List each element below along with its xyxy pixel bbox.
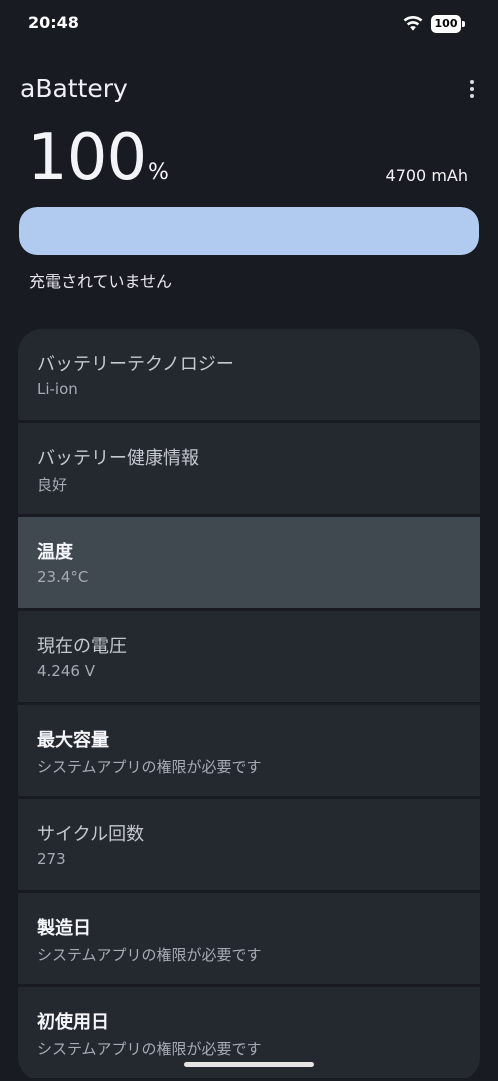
battery-level-bar (19, 207, 479, 255)
info-value: 4.246 V (37, 662, 95, 680)
info-label: 最大容量 (37, 730, 109, 751)
info-label: 製造日 (37, 918, 91, 939)
info-row-voltage[interactable]: 現在の電圧 4.246 V (18, 611, 480, 702)
app-title: aBattery (20, 74, 128, 103)
info-row-max-capacity[interactable]: 最大容量 システムアプリの権限が必要です (18, 705, 480, 796)
wifi-icon (403, 16, 423, 31)
info-value: 273 (37, 850, 66, 868)
battery-icon: 100 (431, 15, 465, 33)
info-label: サイクル回数 (37, 824, 145, 845)
info-label: バッテリーテクノロジー (37, 354, 234, 375)
battery-level-fill (19, 207, 479, 255)
battery-tip (462, 21, 465, 27)
info-value: システムアプリの権限が必要です (37, 946, 262, 964)
battery-capacity: 4700 mAh (385, 166, 468, 185)
info-row-manufacture-date[interactable]: 製造日 システムアプリの権限が必要です (18, 893, 480, 984)
info-value: 23.4°C (37, 568, 89, 586)
home-indicator[interactable] (184, 1062, 314, 1067)
info-value: Li-ion (37, 380, 78, 398)
info-value: システムアプリの権限が必要です (37, 758, 262, 776)
status-bar: 20:48 100 (0, 0, 498, 48)
charge-status: 充電されていません (29, 272, 173, 291)
info-row-cycle-count[interactable]: サイクル回数 273 (18, 799, 480, 890)
status-time: 20:48 (28, 13, 79, 32)
info-row-health[interactable]: バッテリー健康情報 良好 (18, 423, 480, 514)
info-label: 現在の電圧 (37, 636, 127, 657)
battery-info-list: バッテリーテクノロジー Li-ion バッテリー健康情報 良好 温度 23.4°… (18, 329, 480, 1081)
info-row-technology[interactable]: バッテリーテクノロジー Li-ion (18, 329, 480, 420)
info-row-temperature[interactable]: 温度 23.4°C (18, 517, 480, 608)
info-label: バッテリー健康情報 (37, 448, 199, 469)
battery-level-number: 100 (27, 121, 147, 195)
info-label: 初使用日 (37, 1012, 109, 1033)
info-label: 温度 (37, 542, 73, 563)
more-vert-icon[interactable] (462, 78, 482, 102)
battery-level-unit: % (148, 160, 169, 185)
info-value: システムアプリの権限が必要です (37, 1040, 262, 1058)
info-value: 良好 (37, 476, 68, 494)
battery-level-text: 100 (431, 15, 461, 33)
